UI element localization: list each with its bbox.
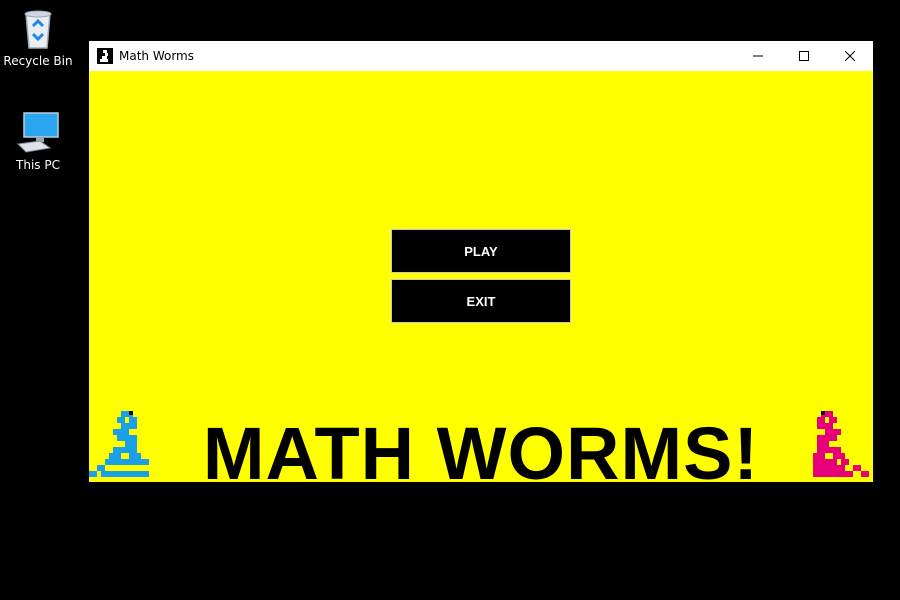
window-title: Math Worms — [119, 49, 194, 63]
worm-icon — [97, 48, 113, 64]
maximize-button[interactable] — [781, 41, 827, 71]
game-title: MATH WORMS! — [202, 412, 760, 482]
pink-worm-sprite — [809, 411, 873, 482]
close-icon — [845, 51, 855, 61]
game-canvas: PLAY EXIT MATH WORMS! — [89, 71, 873, 482]
minimize-button[interactable] — [735, 41, 781, 71]
desktop-icon-this-pc[interactable]: This PC — [0, 110, 76, 172]
recycle-bin-icon — [18, 6, 58, 50]
close-button[interactable] — [827, 41, 873, 71]
play-button[interactable]: PLAY — [391, 229, 571, 273]
window-controls — [735, 41, 873, 71]
desktop-icon-label: Recycle Bin — [3, 54, 73, 68]
computer-icon — [14, 110, 62, 154]
desktop-icon-recycle-bin[interactable]: Recycle Bin — [0, 6, 76, 68]
minimize-icon — [753, 55, 763, 57]
app-window: Math Worms PLAY EXIT MATH WORMS! — [89, 41, 873, 482]
maximize-icon — [799, 51, 809, 61]
exit-button[interactable]: EXIT — [391, 279, 571, 323]
title-bar[interactable]: Math Worms — [89, 41, 873, 71]
desktop-icon-label: This PC — [16, 158, 60, 172]
